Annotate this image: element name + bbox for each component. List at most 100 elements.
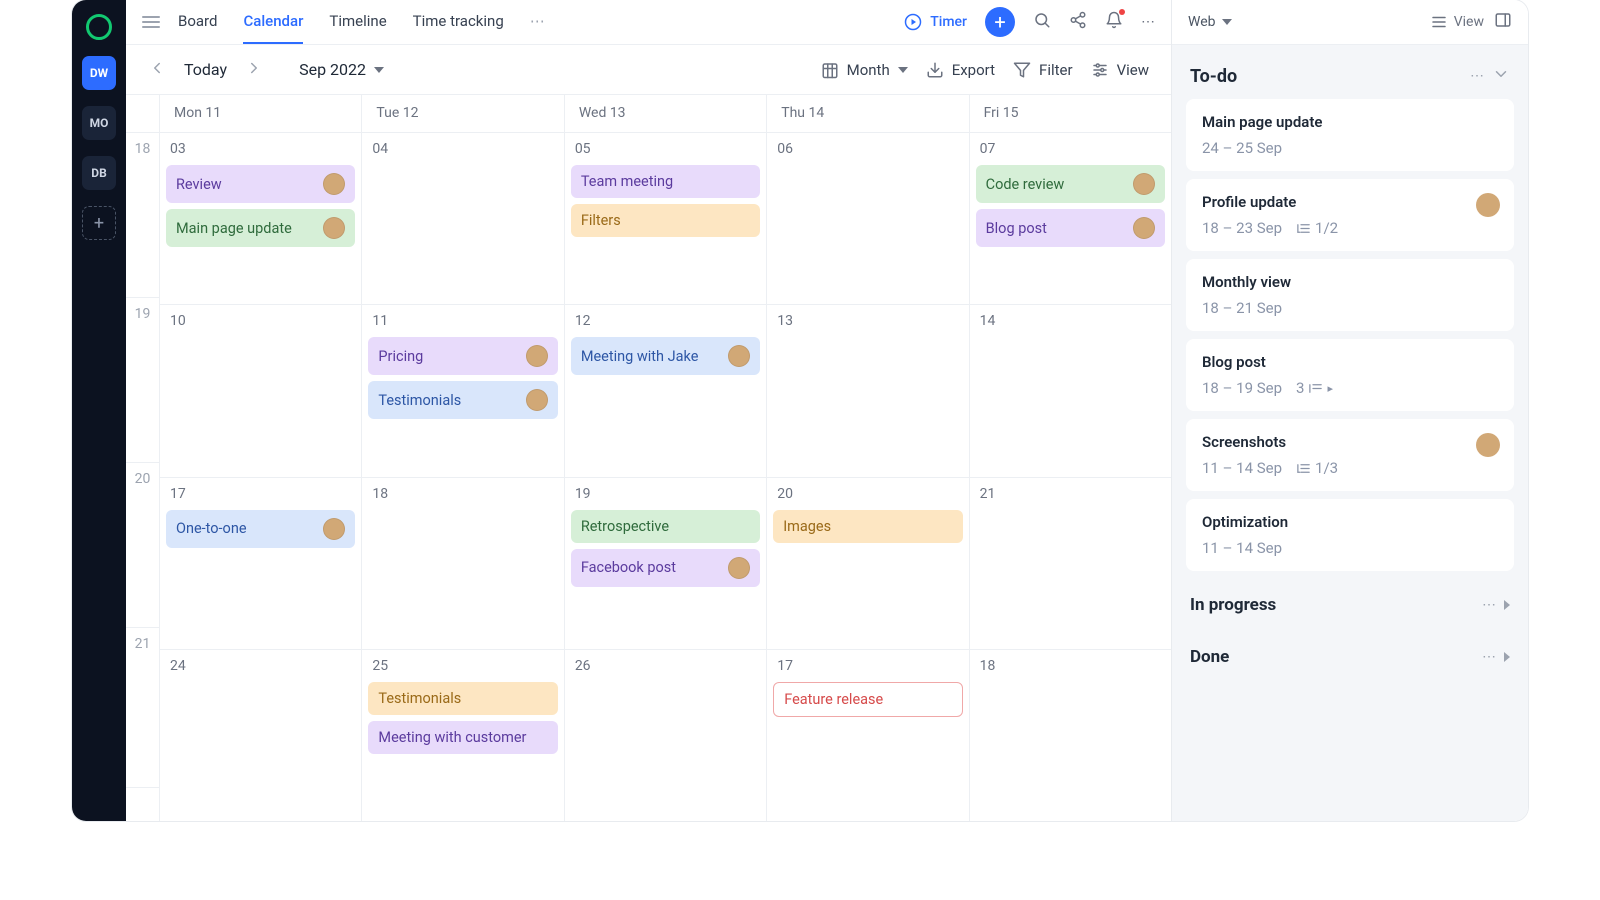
- todo-card[interactable]: Blog post18 – 19 Sep3 ▸: [1186, 339, 1514, 411]
- day-number: 20: [773, 486, 962, 502]
- calendar-cell[interactable]: 14: [970, 305, 1171, 476]
- task-card[interactable]: Blog post: [976, 209, 1165, 247]
- panel-toggle-icon[interactable]: [1494, 11, 1512, 33]
- calendar-cell[interactable]: 20 Images: [767, 478, 969, 649]
- task-card[interactable]: One-to-one: [166, 510, 355, 548]
- calendar-cell[interactable]: 17 One-to-one: [160, 478, 362, 649]
- calendar-cell[interactable]: 26: [565, 650, 767, 821]
- workspace-item[interactable]: DB: [82, 156, 116, 190]
- calendar-cell[interactable]: 18: [362, 478, 564, 649]
- task-card[interactable]: Testimonials: [368, 381, 557, 419]
- task-title: Code review: [986, 176, 1065, 193]
- tab-timeline[interactable]: Timeline: [329, 0, 386, 44]
- filter-button[interactable]: Filter: [1013, 61, 1073, 79]
- todo-card-date: 18 – 19 Sep: [1202, 379, 1282, 397]
- calendar-cell[interactable]: 13: [767, 305, 969, 476]
- bell-icon[interactable]: [1105, 11, 1123, 33]
- prev-icon[interactable]: [148, 59, 166, 81]
- more-icon[interactable]: ⋯: [1470, 68, 1484, 84]
- add-button[interactable]: +: [985, 7, 1015, 37]
- week-number: 19: [126, 298, 159, 463]
- todo-card[interactable]: Screenshots11 – 14 Sep1/3: [1186, 419, 1514, 491]
- task-title: Meeting with customer: [378, 729, 526, 746]
- tab-board[interactable]: Board: [178, 0, 217, 44]
- task-card[interactable]: Retrospective: [571, 510, 760, 543]
- task-card[interactable]: Images: [773, 510, 962, 543]
- avatar: [1133, 173, 1155, 195]
- board-select[interactable]: Web: [1188, 14, 1232, 30]
- chevron-down-icon[interactable]: [1492, 65, 1510, 87]
- mode-select[interactable]: Month: [821, 61, 908, 79]
- task-card[interactable]: Filters: [571, 204, 760, 237]
- task-card[interactable]: Review: [166, 165, 355, 203]
- view-button[interactable]: View: [1091, 61, 1149, 79]
- avatar: [728, 345, 750, 367]
- day-number: 19: [571, 486, 760, 502]
- week-number: 18: [126, 133, 159, 298]
- todo-card[interactable]: Monthly view18 – 21 Sep: [1186, 259, 1514, 331]
- share-icon[interactable]: [1069, 11, 1087, 33]
- calendar-cell[interactable]: 04: [362, 133, 564, 304]
- more-icon[interactable]: ⋯: [1141, 14, 1155, 30]
- calendar-cell[interactable]: 12Meeting with Jake: [565, 305, 767, 476]
- task-title: One-to-one: [176, 520, 247, 537]
- calendar-cell[interactable]: 06: [767, 133, 969, 304]
- task-card[interactable]: Code review: [976, 165, 1165, 203]
- workspace-rail: DW MO DB +: [72, 0, 126, 821]
- add-workspace-button[interactable]: +: [82, 206, 116, 240]
- task-card[interactable]: Meeting with customer: [368, 721, 557, 754]
- calendar-cell[interactable]: 24: [160, 650, 362, 821]
- day-number: 04: [368, 141, 557, 157]
- calendar-cell[interactable]: 07 Code review Blog post: [970, 133, 1171, 304]
- next-icon[interactable]: [245, 59, 263, 81]
- task-card[interactable]: Testimonials: [368, 682, 557, 715]
- todo-card[interactable]: Profile update18 – 23 Sep1/2: [1186, 179, 1514, 251]
- tab-time-tracking[interactable]: Time tracking: [413, 0, 504, 44]
- task-card[interactable]: Feature release: [773, 682, 962, 717]
- workspace-item[interactable]: DW: [82, 56, 116, 90]
- period-select[interactable]: Sep 2022: [299, 60, 384, 79]
- task-card[interactable]: Main page update: [166, 209, 355, 247]
- menu-icon[interactable]: [142, 16, 160, 28]
- section-header-done[interactable]: Done ⋯: [1186, 631, 1514, 683]
- calendar-cell[interactable]: 19 Retrospective Facebook post: [565, 478, 767, 649]
- task-card[interactable]: Pricing: [368, 337, 557, 375]
- timer-button[interactable]: Timer: [904, 13, 967, 31]
- chevron-down-icon: [1222, 19, 1232, 25]
- task-card[interactable]: Facebook post: [571, 549, 760, 587]
- subtask-icon: 1/3: [1296, 459, 1338, 477]
- section-header-todo[interactable]: To-do ⋯: [1186, 59, 1514, 99]
- right-sidebar: Web View To-do ⋯ Main page update24 – 25…: [1172, 0, 1528, 821]
- day-number: 21: [976, 486, 1165, 502]
- calendar-cell[interactable]: 05Team meetingFilters: [565, 133, 767, 304]
- task-title: Filters: [581, 212, 621, 229]
- calendar-cell[interactable]: 25TestimonialsMeeting with customer: [362, 650, 564, 821]
- tabs-more-icon[interactable]: ⋯: [530, 0, 545, 44]
- search-icon[interactable]: [1033, 11, 1051, 33]
- side-view-button[interactable]: View: [1430, 13, 1484, 31]
- calendar-cell[interactable]: 18: [970, 650, 1171, 821]
- calendar-cell[interactable]: 21: [970, 478, 1171, 649]
- calendar-cell[interactable]: 03ReviewMain page update: [160, 133, 362, 304]
- calendar-cell[interactable]: 10: [160, 305, 362, 476]
- task-title: Main page update: [176, 220, 292, 237]
- day-number: 13: [773, 313, 962, 329]
- todo-card-date: 11 – 14 Sep: [1202, 539, 1282, 557]
- day-number: 17: [166, 486, 355, 502]
- more-icon[interactable]: ⋯: [1482, 649, 1496, 665]
- day-number: 07: [976, 141, 1165, 157]
- task-card[interactable]: Team meeting: [571, 165, 760, 198]
- workspace-item[interactable]: MO: [82, 106, 116, 140]
- todo-card[interactable]: Main page update24 – 25 Sep: [1186, 99, 1514, 171]
- today-button[interactable]: Today: [184, 60, 227, 79]
- task-card[interactable]: Meeting with Jake: [571, 337, 760, 375]
- export-button[interactable]: Export: [926, 61, 995, 79]
- calendar-cell[interactable]: 11PricingTestimonials: [362, 305, 564, 476]
- tab-calendar[interactable]: Calendar: [243, 0, 303, 44]
- task-title: Facebook post: [581, 559, 676, 576]
- section-header-inprogress[interactable]: In progress ⋯: [1186, 579, 1514, 631]
- calendar-cell[interactable]: 17Feature release: [767, 650, 969, 821]
- more-icon[interactable]: ⋯: [1482, 597, 1496, 613]
- todo-card-date: 18 – 23 Sep: [1202, 219, 1282, 237]
- todo-card[interactable]: Optimization11 – 14 Sep: [1186, 499, 1514, 571]
